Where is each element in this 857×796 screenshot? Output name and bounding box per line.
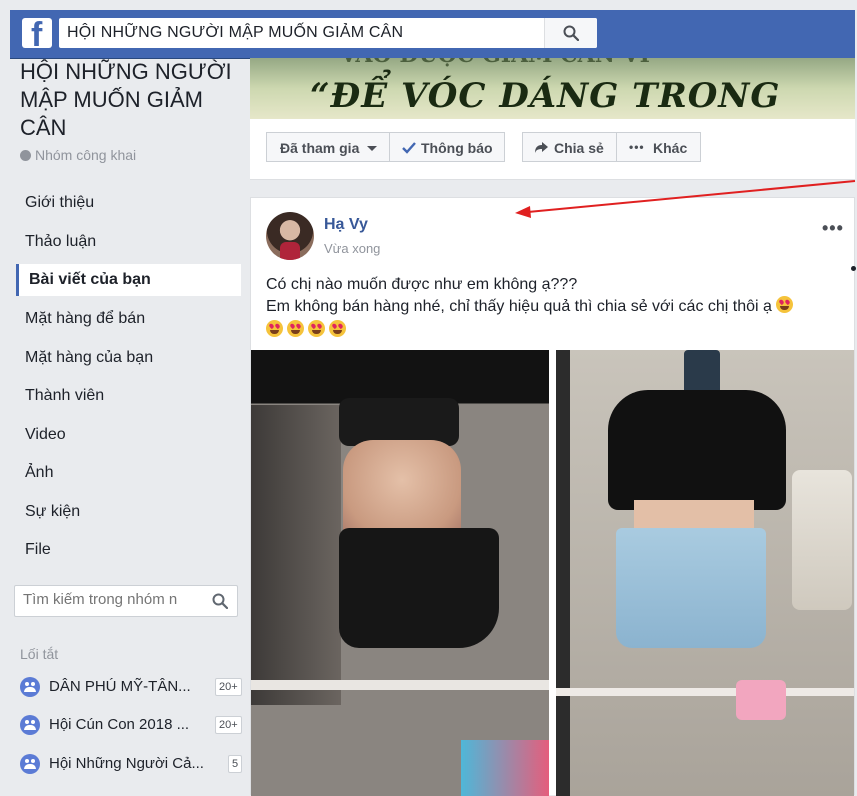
shortcut-item[interactable]: Hội Những Người Cả... 5: [20, 752, 243, 780]
shortcut-badge: 20+: [215, 716, 242, 734]
post-emoji-row: [266, 320, 846, 342]
shortcut-label: Hội Cún Con 2018 ...: [49, 716, 190, 733]
magnifier-icon: [563, 25, 579, 41]
facebook-logo-letter: f: [31, 16, 43, 54]
search-box[interactable]: HỘI NHỮNG NGƯỜI MẬP MUỐN GIẢM CÂN: [59, 18, 597, 48]
avatar[interactable]: [266, 212, 314, 260]
nav-label: File: [25, 541, 51, 558]
group-action-bar: Đã tham gia Thông báo Chia sẻ ••• Khác: [250, 119, 855, 180]
group-privacy-label: Nhóm công khai: [35, 147, 137, 163]
group-privacy: Nhóm công khai: [20, 147, 136, 163]
facebook-logo[interactable]: f: [22, 16, 52, 54]
nav-label: Bài viết của bạn: [29, 271, 151, 288]
photo-shelf: [792, 470, 852, 610]
more-button[interactable]: ••• Khác: [616, 132, 701, 162]
photo-background: [251, 405, 341, 705]
heart-eyes-emoji-icon: [776, 296, 794, 313]
photo-black-top: [608, 390, 786, 510]
photo-towel: [461, 740, 549, 796]
notifications-button[interactable]: Thông báo: [389, 132, 505, 162]
nav-label: Thảo luận: [25, 233, 97, 250]
heart-eyes-emoji-icon: [329, 320, 346, 337]
photo-torso: [343, 440, 461, 540]
heart-eyes-emoji-icon: [287, 320, 304, 337]
top-bar: f HỘI NHỮNG NGƯỜI MẬP MUỐN GIẢM CÂN: [10, 10, 855, 59]
group-icon: [20, 677, 40, 697]
nav-label: Giới thiệu: [25, 194, 95, 211]
ellipsis-icon: •••: [629, 140, 645, 154]
facebook-group-page: f HỘI NHỮNG NGƯỜI MẬP MUỐN GIẢM CÂN HỘI …: [0, 0, 857, 796]
photo-black-top: [339, 398, 459, 446]
cover-main-text: “ĐỂ VÓC DÁNG TRONG: [310, 76, 781, 116]
nav-item-thao-luan[interactable]: Thảo luận: [16, 226, 238, 258]
group-search-box[interactable]: [14, 585, 238, 617]
shortcut-item[interactable]: DÂN PHÚ MỸ-TÂN... 20+: [20, 675, 242, 703]
post-photo-after[interactable]: [556, 350, 854, 796]
nav-item-thanh-vien[interactable]: Thành viên: [16, 380, 238, 412]
search-input[interactable]: HỘI NHỮNG NGƯỜI MẬP MUỐN GIẢM CÂN: [67, 24, 403, 42]
nav-label: Mặt hàng để bán: [25, 310, 146, 327]
magnifier-icon[interactable]: [212, 593, 228, 609]
photo-rail: [556, 688, 854, 696]
nav-item-bai-viet-cua-ban[interactable]: Bài viết của bạn: [16, 264, 241, 296]
post-timestamp[interactable]: Vừa xong: [324, 241, 380, 256]
photo-frame-edge: [556, 350, 570, 796]
post-author[interactable]: Hạ Vy: [324, 216, 368, 234]
nav-label: Thành viên: [25, 387, 105, 404]
checkmark-icon: [402, 142, 416, 154]
post-text-line-1: Có chị nào muốn được như em không ạ???: [266, 276, 578, 293]
photo-black-shorts: [339, 528, 499, 648]
left-sidebar: HỘI NHỮNG NGƯỜI MẬP MUỐN GIẢM CÂN Nhóm c…: [10, 58, 250, 795]
post-text-line-2-content: Em không bán hàng nhé, chỉ thấy hiệu quả…: [266, 298, 772, 315]
shortcut-badge: 20+: [215, 678, 242, 696]
post-options-icon[interactable]: •••: [822, 218, 844, 239]
heart-eyes-emoji-icon: [308, 320, 325, 337]
group-icon: [20, 715, 40, 735]
shortcut-item[interactable]: Hội Cún Con 2018 ... 20+: [20, 713, 242, 741]
post-photo-before[interactable]: [251, 350, 549, 796]
joined-button[interactable]: Đã tham gia: [266, 132, 390, 162]
group-title[interactable]: HỘI NHỮNG NGƯỜI MẬP MUỐN GIẢM CÂN: [20, 58, 240, 142]
shortcut-label: Hội Những Người Cả...: [49, 755, 204, 772]
nav-item-video[interactable]: Video: [16, 419, 238, 451]
nav-item-gioi-thieu[interactable]: Giới thiệu: [16, 187, 238, 219]
shortcut-badge: 5: [228, 755, 243, 773]
nav-label: Ảnh: [25, 464, 54, 481]
photo-rail: [251, 680, 549, 690]
group-cover-photo[interactable]: VÀO ĐƯỢC GIẢM CÂN VI “ĐỂ VÓC DÁNG TRONG: [250, 58, 855, 119]
photo-denim-shorts: [616, 528, 766, 648]
nav-label: Video: [25, 426, 66, 443]
nav-label: Sự kiện: [25, 503, 81, 520]
joined-label: Đã tham gia: [280, 140, 360, 156]
nav-item-anh[interactable]: Ảnh: [16, 457, 238, 489]
caret-down-icon: [367, 146, 377, 151]
more-label: Khác: [653, 140, 688, 156]
photo-hanger: [736, 680, 786, 720]
group-search-input[interactable]: [23, 591, 203, 608]
edge-dot: [851, 266, 856, 271]
share-button[interactable]: Chia sẻ: [522, 132, 617, 162]
group-icon: [20, 754, 40, 774]
feed-post: Hạ Vy Vừa xong ••• Có chị nào muốn được …: [250, 197, 855, 796]
search-button[interactable]: [544, 18, 597, 48]
nav-label: Mặt hàng của bạn: [25, 349, 154, 366]
shortcuts-heading: Lối tắt: [20, 646, 59, 662]
post-text-line-2: Em không bán hàng nhé, chỉ thấy hiệu quả…: [266, 296, 846, 318]
nav-item-file[interactable]: File: [16, 534, 238, 566]
nav-item-mat-hang-cua-ban[interactable]: Mặt hàng của bạn: [16, 342, 238, 374]
nav-item-mat-hang-de-ban[interactable]: Mặt hàng để bán: [16, 303, 238, 335]
heart-eyes-emoji-icon: [266, 320, 283, 337]
nav-item-su-kien[interactable]: Sự kiện: [16, 496, 238, 528]
shortcut-label: DÂN PHÚ MỸ-TÂN...: [49, 678, 191, 695]
share-label: Chia sẻ: [554, 140, 604, 156]
share-arrow-icon: [535, 142, 548, 153]
cover-top-text: VÀO ĐƯỢC GIẢM CÂN VI: [340, 58, 650, 68]
notifications-label: Thông báo: [421, 140, 493, 156]
globe-icon: [20, 150, 31, 161]
